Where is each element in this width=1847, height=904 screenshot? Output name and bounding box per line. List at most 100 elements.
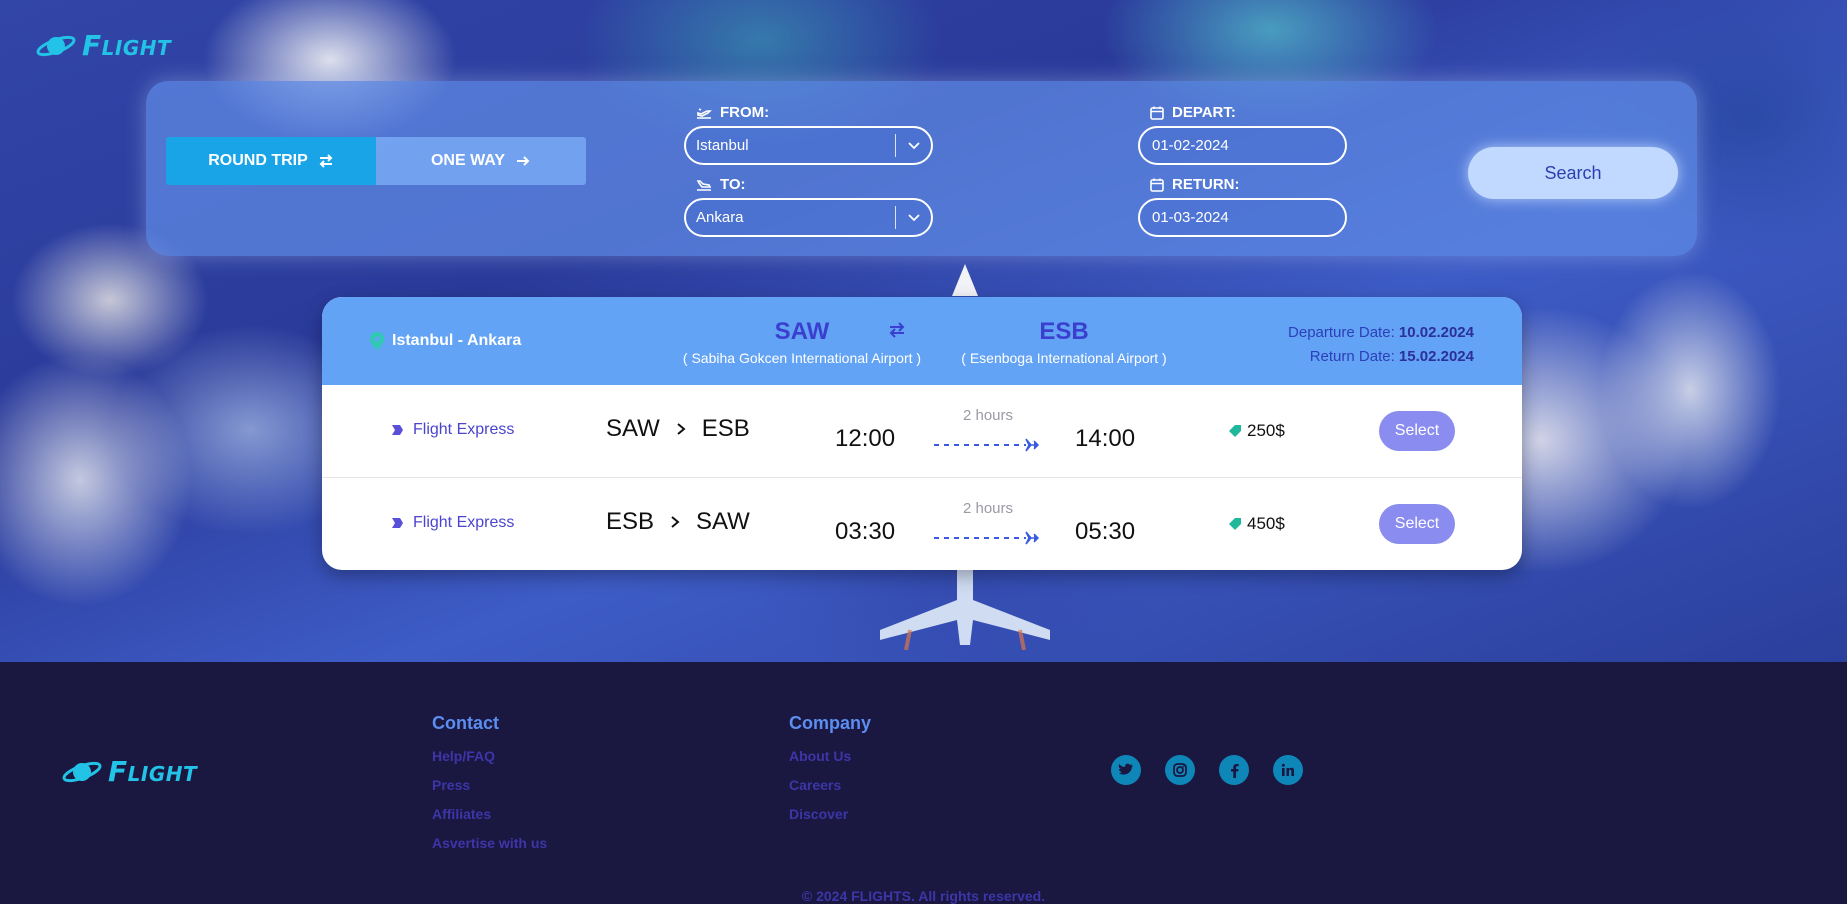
to-label: TO: xyxy=(696,176,746,193)
round-trip-button[interactable]: ROUND TRIP xyxy=(166,137,376,185)
price-tag-icon xyxy=(1229,518,1241,530)
footer-link-about-us[interactable]: About Us xyxy=(789,748,851,764)
depart-time: 03:30 xyxy=(835,518,896,545)
airline-name: Flight Express xyxy=(413,421,515,438)
footer: Flight Contact Help/FAQ Press Affiliates… xyxy=(0,662,1847,904)
contact-title: Contact xyxy=(432,713,499,733)
flight-row[interactable]: Flight Express SAW ESB 12:00 2 hours 14:… xyxy=(322,385,1522,478)
results-header: Istanbul - Ankara SAW ( Sabiha Gokcen In… xyxy=(322,297,1522,385)
flight-from: ESB xyxy=(606,508,655,535)
round-trip-label: ROUND TRIP xyxy=(208,152,308,169)
search-panel: ROUND TRIP ONE WAY FROM: Istanbul TO: An… xyxy=(146,81,1697,256)
to-label-text: TO: xyxy=(720,176,746,193)
chevron-right-icon xyxy=(670,515,680,529)
planet-icon xyxy=(62,761,102,782)
from-label: FROM: xyxy=(696,104,769,121)
one-way-label: ONE WAY xyxy=(430,152,506,169)
footer-link-help-faq[interactable]: Help/FAQ xyxy=(432,748,495,764)
to-select[interactable]: Ankara xyxy=(684,198,933,237)
search-button[interactable]: Search xyxy=(1468,147,1678,199)
select-flight-button[interactable]: Select xyxy=(1379,504,1455,544)
departure-date-label: Departure Date: xyxy=(1288,324,1395,341)
location-pin-icon xyxy=(370,332,384,350)
depart-date-value: 01-02-2024 xyxy=(1152,137,1229,154)
route-name: Istanbul - Ankara xyxy=(392,332,522,349)
footer-link-affiliates[interactable]: Affiliates xyxy=(432,806,491,822)
return-label-text: RETURN: xyxy=(1172,176,1240,193)
chevron-down-icon[interactable] xyxy=(895,206,931,229)
arrow-right-icon xyxy=(517,156,530,166)
calendar-icon xyxy=(1150,106,1164,120)
flight-from: SAW xyxy=(606,415,660,442)
departure-date-line: Departure Date: 10.02.2024 xyxy=(1288,321,1474,345)
calendar-icon xyxy=(1150,178,1164,192)
brand-logo[interactable]: Flight xyxy=(36,29,171,62)
flight-route: SAW ESB xyxy=(606,415,750,443)
airline: Flight Express xyxy=(390,514,514,532)
airline-logo-icon xyxy=(392,425,403,435)
swap-arrows-icon xyxy=(319,154,333,168)
copyright: © 2024 FLIGHTS. All rights reserved. xyxy=(801,888,1046,904)
destination-airport-name: ( Esenboga International Airport ) xyxy=(961,350,1167,366)
facebook-icon[interactable] xyxy=(1219,755,1249,785)
chevron-right-icon xyxy=(676,422,686,436)
return-date-value: 01-03-2024 xyxy=(1152,209,1229,226)
twitter-icon[interactable] xyxy=(1111,755,1141,785)
one-way-button[interactable]: ONE WAY xyxy=(376,137,586,185)
airline-logo-icon xyxy=(392,518,403,528)
linkedin-icon[interactable] xyxy=(1273,755,1303,785)
return-label: RETURN: xyxy=(1150,176,1240,193)
arrive-time: 05:30 xyxy=(1075,518,1136,545)
return-date-label: Return Date: xyxy=(1309,348,1395,365)
airline: Flight Express xyxy=(390,421,514,439)
instagram-icon[interactable] xyxy=(1165,755,1195,785)
landing-icon xyxy=(696,179,712,191)
depart-date-input[interactable]: 01-02-2024 xyxy=(1138,126,1347,165)
airplane-illustration xyxy=(880,560,1050,650)
from-label-text: FROM: xyxy=(720,104,770,121)
price-value: 250$ xyxy=(1247,421,1285,440)
depart-label: DEPART: xyxy=(1150,104,1236,121)
return-date-line: Return Date: 15.02.2024 xyxy=(1288,345,1474,369)
departure-date-value: 10.02.2024 xyxy=(1398,324,1474,341)
price-tag-icon xyxy=(1229,425,1241,437)
flight-price: 250$ xyxy=(1228,421,1285,441)
flight-duration: 2 hours xyxy=(962,407,1014,424)
trip-dates: Departure Date: 10.02.2024 Return Date: … xyxy=(1288,321,1474,369)
route-summary: Istanbul - Ankara xyxy=(370,332,521,350)
price-value: 450$ xyxy=(1247,514,1285,533)
swap-arrows-icon xyxy=(889,322,905,338)
return-date-value: 15.02.2024 xyxy=(1398,348,1474,365)
company-title: Company xyxy=(789,713,872,733)
to-value: Ankara xyxy=(696,209,744,226)
airline-name: Flight Express xyxy=(413,514,515,531)
footer-link-careers[interactable]: Careers xyxy=(789,777,841,793)
from-value: Istanbul xyxy=(696,137,749,154)
flight-price: 450$ xyxy=(1228,514,1285,534)
flight-results-card: Istanbul - Ankara SAW ( Sabiha Gokcen In… xyxy=(322,297,1522,570)
brand-name: Flight xyxy=(82,29,172,62)
flight-row[interactable]: Flight Express ESB SAW 03:30 2 hours 05:… xyxy=(322,478,1522,570)
footer-link-advertise[interactable]: Asvertise with us xyxy=(432,835,547,851)
chevron-down-icon[interactable] xyxy=(895,134,931,157)
return-date-input[interactable]: 01-03-2024 xyxy=(1138,198,1347,237)
footer-link-discover[interactable]: Discover xyxy=(789,806,848,822)
destination-code: ESB xyxy=(1039,318,1089,345)
depart-label-text: DEPART: xyxy=(1172,104,1236,121)
takeoff-icon xyxy=(697,107,712,119)
airplane-nose xyxy=(952,264,978,296)
footer-link-press[interactable]: Press xyxy=(432,777,470,793)
flight-to: ESB xyxy=(701,415,750,442)
flight-route: ESB SAW xyxy=(606,508,750,536)
planet-icon xyxy=(36,35,76,56)
select-flight-button[interactable]: Select xyxy=(1379,411,1455,451)
flight-duration: 2 hours xyxy=(962,500,1014,517)
from-select[interactable]: Istanbul xyxy=(684,126,933,165)
flight-path-icon xyxy=(934,438,1040,452)
flight-path-icon xyxy=(934,531,1040,545)
trip-type-toggle: ROUND TRIP ONE WAY xyxy=(166,137,586,185)
brand-name: Flight xyxy=(108,755,198,788)
origin-code: SAW xyxy=(774,318,830,345)
footer-brand-logo[interactable]: Flight xyxy=(62,755,197,788)
arrive-time: 14:00 xyxy=(1075,425,1136,452)
